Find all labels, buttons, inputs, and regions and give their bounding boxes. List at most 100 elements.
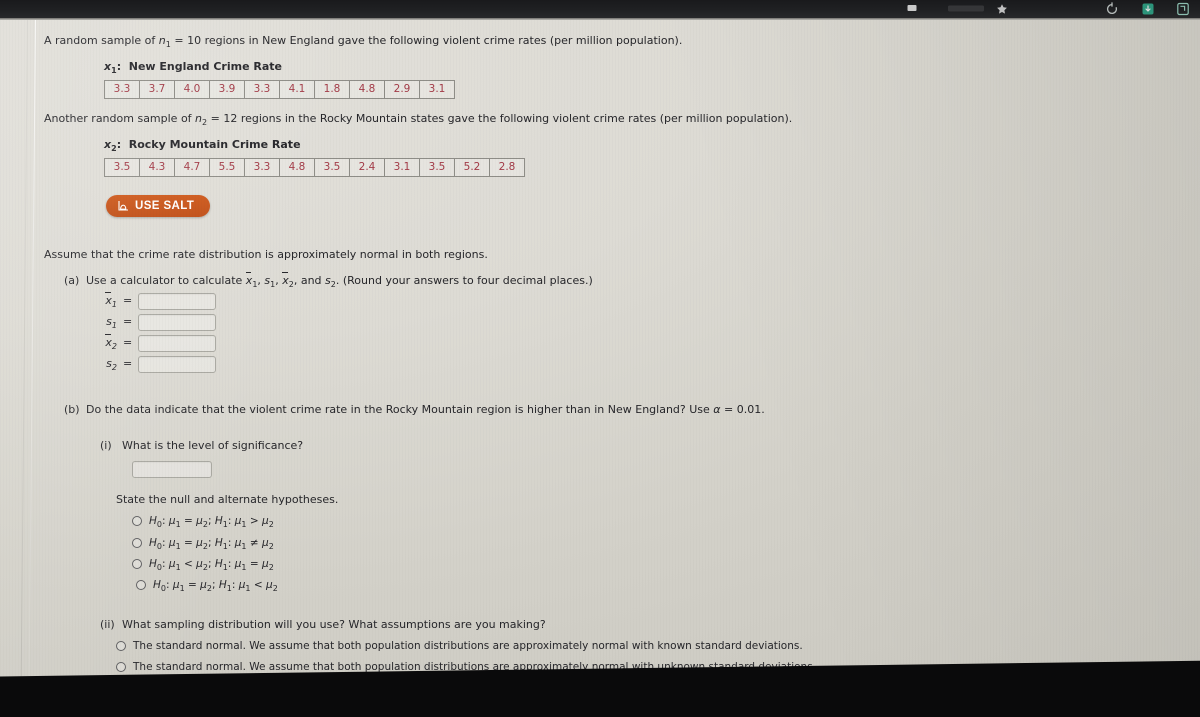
radio-button-icon[interactable] [116, 641, 126, 652]
table-cell: 3.7 [139, 79, 175, 99]
download-icon[interactable] [1141, 1, 1155, 15]
x-bar-1-label: x1 [105, 292, 117, 310]
radio-button-icon[interactable] [116, 662, 126, 673]
table-cell: 3.1 [384, 157, 420, 177]
hypothesis-option-3[interactable]: H0: μ1 < μ2; H1: μ1 = μ2 [132, 557, 1154, 572]
part-a-prompt-before: Use a calculator to calculate [86, 273, 246, 287]
hypothesis-option-4[interactable]: H0: μ1 = μ2; H1: μ1 < μ2 [136, 578, 1154, 593]
screen-photo: A random sample of n 1 = 10 regions in Ne… [0, 0, 1200, 717]
equals-sign: = [123, 357, 133, 371]
table-cell: 5.2 [454, 157, 490, 177]
field-row-x-bar-2: x2 = [101, 334, 1154, 352]
extensions-icon[interactable] [1176, 1, 1190, 16]
x-bar-2-input[interactable] [138, 334, 217, 352]
intro2-before: Another random sample of [44, 111, 196, 125]
n-symbol-1: n [158, 34, 166, 47]
table1-var-sub: 1 [111, 66, 117, 76]
part-b-prompt: Do the data indicate that the violent cr… [86, 402, 714, 416]
hypothesis-option-3-label: H0: μ1 < μ2; H1: μ1 = μ2 [149, 557, 274, 572]
table-cell: 4.8 [349, 79, 385, 99]
sampling-option-1-label: The standard normal. We assume that both… [133, 640, 803, 653]
table2-var-sub: 2 [111, 144, 117, 153]
radio-button-icon[interactable] [132, 558, 142, 569]
table-cell: 3.3 [244, 79, 280, 99]
level-of-significance-input[interactable] [132, 460, 212, 478]
sampling-option-1[interactable]: The standard normal. We assume that both… [116, 639, 1154, 654]
table-cell: 3.1 [419, 79, 455, 99]
page-edge-highlight [28, 20, 36, 700]
part-b-i-label: (i) [100, 438, 112, 452]
part-b-label: (b) [64, 402, 80, 416]
s-2-input[interactable] [138, 355, 217, 373]
x-bar-2-label: x2 [105, 334, 117, 352]
table-cell: 1.8 [314, 79, 350, 99]
reload-icon[interactable] [1105, 1, 1119, 15]
bookmark-icon[interactable] [948, 1, 984, 15]
table2-title: Rocky Mountain Crime Rate [128, 137, 301, 151]
table1-title: New England Crime Rate [128, 59, 282, 73]
browser-chrome-bar [0, 0, 1200, 20]
s-1-label: s1 [106, 315, 117, 331]
table-cell: 3.3 [104, 79, 140, 99]
salt-chart-icon [118, 200, 129, 211]
level-of-significance-question: What is the level of significance? [122, 438, 304, 452]
use-salt-label: USE SALT [135, 199, 195, 212]
question-content: A random sample of n 1 = 10 regions in Ne… [44, 20, 1154, 717]
hypotheses-prompt: State the null and alternate hypotheses. [116, 493, 339, 507]
n-symbol-2: n [195, 111, 203, 125]
intro1-before: A random sample of [44, 34, 159, 47]
hypotheses-options: H0: μ1 = μ2; H1: μ1 > μ2 H0: μ1 = μ2; H1… [132, 514, 1154, 593]
intro-paragraph-2: Another random sample of n2 = 12 regions… [44, 111, 1154, 127]
table-row: 3.3 3.7 4.0 3.9 3.3 4.1 1.8 4.8 2.9 3.1 [104, 79, 455, 99]
intro2-after: = 12 regions in the Rocky Mountain state… [207, 111, 793, 125]
hypothesis-option-2[interactable]: H0: μ1 = μ2; H1: μ1 ≠ μ2 [132, 536, 1154, 551]
intro1-after: = 10 regions in New England gave the fol… [170, 34, 683, 47]
hypothesis-option-1[interactable]: H0: μ1 = μ2; H1: μ1 > μ2 [132, 514, 1154, 529]
table-cell: 5.5 [209, 157, 245, 177]
table2-caption: x2: Rocky Mountain Crime Rate [104, 137, 301, 153]
field-row-s-2: s2 = [101, 355, 1154, 373]
field-row-s-1: s1 = [101, 313, 1154, 331]
table1-caption: x1: New England Crime Rate [104, 59, 282, 76]
table-cell: 3.5 [419, 157, 455, 177]
hypothesis-option-1-label: H0: μ1 = μ2; H1: μ1 > μ2 [149, 515, 274, 530]
field-row-x-bar-1: x1 = [101, 292, 1154, 310]
tab-icon[interactable] [905, 1, 919, 15]
table-cell: 4.8 [279, 157, 315, 177]
hypothesis-option-4-label: H0: μ1 = μ2; H1: μ1 < μ2 [153, 579, 278, 594]
table-cell: 4.0 [174, 79, 210, 99]
part-a: (a) Use a calculator to calculate x1, s1,… [64, 271, 593, 289]
intro-paragraph-1: A random sample of n1 = 10 regions in Ne… [44, 33, 1154, 49]
table-cell: 4.7 [174, 157, 210, 177]
assumption-text: Assume that the crime rate distribution … [44, 247, 488, 261]
table-cell: 3.9 [209, 79, 245, 99]
part-b-i: (i) What is the level of significance? [100, 438, 1154, 454]
table-cell: 2.8 [489, 157, 525, 177]
s-1-input[interactable] [138, 313, 217, 331]
table-cell: 3.5 [104, 157, 140, 177]
part-b-ii-label: (ii) [100, 618, 115, 632]
x-bar-symbol: x [245, 271, 253, 287]
webpage-viewport: A random sample of n 1 = 10 regions in Ne… [0, 20, 1200, 716]
table-cell: 4.3 [139, 157, 175, 177]
table-cell: 4.1 [279, 79, 315, 99]
radio-button-icon[interactable] [132, 516, 142, 527]
table-cell: 2.9 [384, 79, 420, 99]
part-b: (b) Do the data indicate that the violent… [64, 402, 1154, 418]
use-salt-button[interactable]: USE SALT [106, 194, 211, 217]
part-b-ii: (ii) What sampling distribution will you … [100, 617, 1154, 633]
new-england-crime-rate-table: 3.3 3.7 4.0 3.9 3.3 4.1 1.8 4.8 2.9 3.1 [104, 79, 455, 99]
sampling-distribution-question: What sampling distribution will you use?… [122, 618, 546, 632]
star-icon[interactable] [995, 1, 1009, 15]
alpha-symbol: α [713, 402, 721, 416]
table-cell: 3.5 [314, 157, 350, 177]
level-of-significance-field [132, 460, 1154, 479]
part-a-prompt-after: . (Round your answers to four decimal pl… [335, 273, 593, 287]
s-2-label: s2 [106, 357, 117, 373]
part-a-label: (a) [64, 273, 80, 287]
hypothesis-option-2-label: H0: μ1 = μ2; H1: μ1 ≠ μ2 [149, 536, 274, 551]
radio-button-icon[interactable] [136, 580, 146, 591]
x-bar-1-input[interactable] [138, 292, 217, 310]
page-edge-shadow [20, 20, 28, 700]
radio-button-icon[interactable] [132, 537, 142, 548]
